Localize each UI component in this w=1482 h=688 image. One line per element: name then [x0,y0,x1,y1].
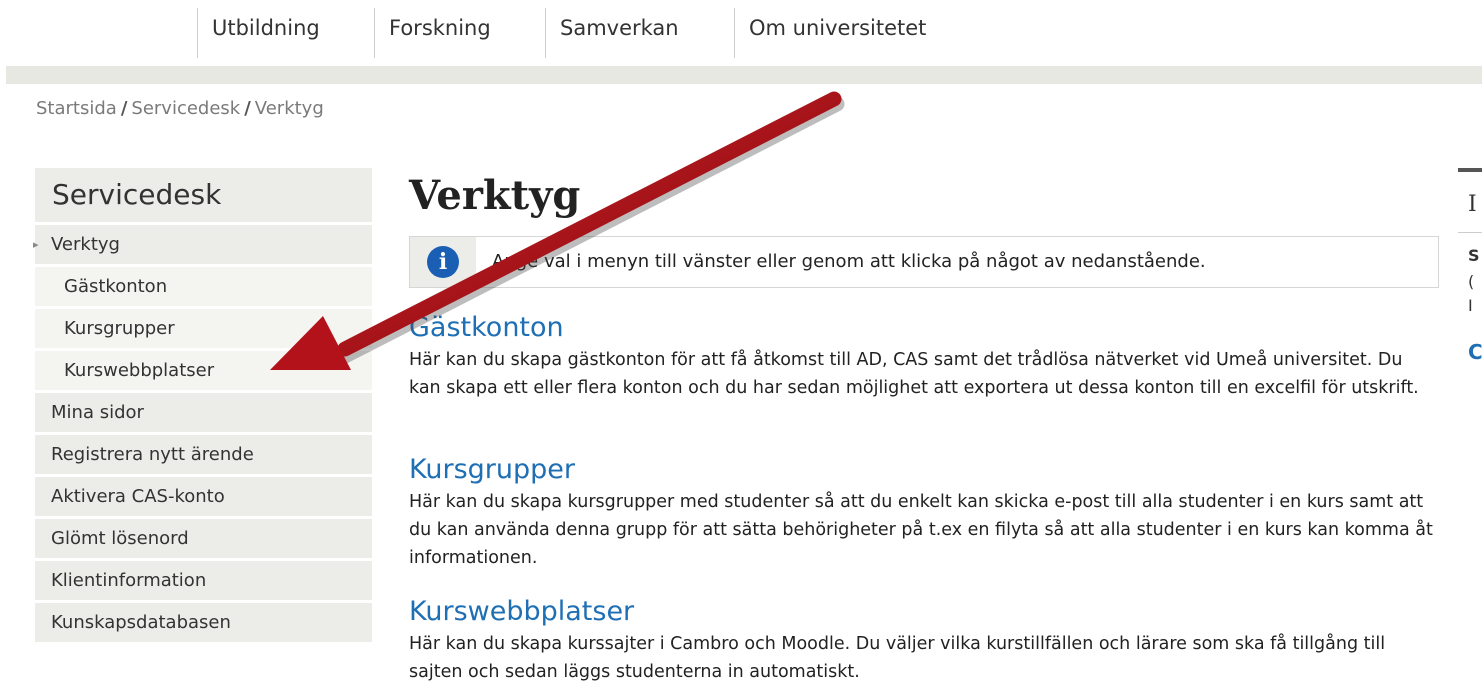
breadcrumb-separator: / [120,98,128,119]
right-panel-text: I [1468,296,1473,315]
sidebar-item-mina-sidor[interactable]: Mina sidor [35,393,372,432]
nav-om-universitetet[interactable]: Om universitetet [734,8,989,58]
breadcrumb-separator: / [244,98,251,119]
active-marker-icon: ▸ [33,238,39,251]
section-heading-kurswebbplatser[interactable]: Kurswebbplatser [409,594,1439,630]
section-kurswebbplatser: Kurswebbplatser Här kan du skapa kurssaj… [409,594,1439,686]
section-text-kursgrupper: Här kan du skapa kursgrupper med student… [409,492,1433,568]
breadcrumb: Startsida / Servicedesk / Verktyg [36,98,324,119]
info-icon: i [427,246,459,278]
section-heading-kursgrupper[interactable]: Kursgrupper [409,452,1439,488]
right-panel-heading: I [1468,192,1477,217]
nav-utbildning[interactable]: Utbildning [197,8,374,58]
section-gastkonton: Gästkonton Här kan du skapa gästkonton f… [409,310,1439,402]
nav-forskning[interactable]: Forskning [374,8,545,58]
breadcrumb-verktyg[interactable]: Verktyg [255,98,324,119]
sidebar-item-verktyg[interactable]: ▸ Verktyg [33,225,372,264]
nav-samverkan[interactable]: Samverkan [545,8,734,58]
sidebar-item-label: Verktyg [51,234,120,255]
breadcrumb-servicedesk[interactable]: Servicedesk [131,98,240,119]
info-text: Ange val i menyn till vänster eller geno… [492,251,1206,272]
sidebar-item-kursgrupper[interactable]: Kursgrupper [35,309,372,348]
sidebar-item-registrera-nytt-arende[interactable]: Registrera nytt ärende [35,435,372,474]
sidebar-item-glomt-losenord[interactable]: Glömt lösenord [35,519,372,558]
right-panel-text: S [1468,246,1480,265]
info-box: i Ange val i menyn till vänster eller ge… [409,236,1439,288]
right-panel-divider [1458,232,1482,233]
section-heading-gastkonton[interactable]: Gästkonton [409,310,1439,346]
sidebar-title[interactable]: Servicedesk [35,168,372,222]
sidebar-item-klientinformation[interactable]: Klientinformation [35,561,372,600]
right-panel-fragment: I S ( I C [1458,168,1482,368]
sidebar-item-kurswebbplatser[interactable]: Kurswebbplatser [35,351,372,390]
sidebar-item-gastkonton[interactable]: Gästkonton [35,267,372,306]
breadcrumb-startsida[interactable]: Startsida [36,98,117,119]
section-text-gastkonton: Här kan du skapa gästkonton för att få å… [409,350,1419,398]
right-panel-top-bar [1458,168,1482,172]
section-kursgrupper: Kursgrupper Här kan du skapa kursgrupper… [409,452,1439,572]
section-text-kurswebbplatser: Här kan du skapa kurssajter i Cambro och… [409,634,1386,682]
sidebar-item-aktivera-cas-konto[interactable]: Aktivera CAS-konto [35,477,372,516]
right-panel-link[interactable]: C [1468,340,1482,364]
nav-divider-bar [6,66,1482,84]
sidebar: Servicedesk ▸ Verktyg Gästkonton Kursgrup… [33,168,372,645]
info-icon-cell: i [410,237,476,287]
main-content: Verktyg i Ange val i menyn till vänster … [409,170,1439,682]
right-panel-text: ( [1468,272,1475,291]
top-navigation: Utbildning Forskning Samverkan Om univer… [0,0,1482,66]
sidebar-item-kunskapsdatabasen[interactable]: Kunskapsdatabasen [35,603,372,642]
page-title: Verktyg [409,172,581,219]
